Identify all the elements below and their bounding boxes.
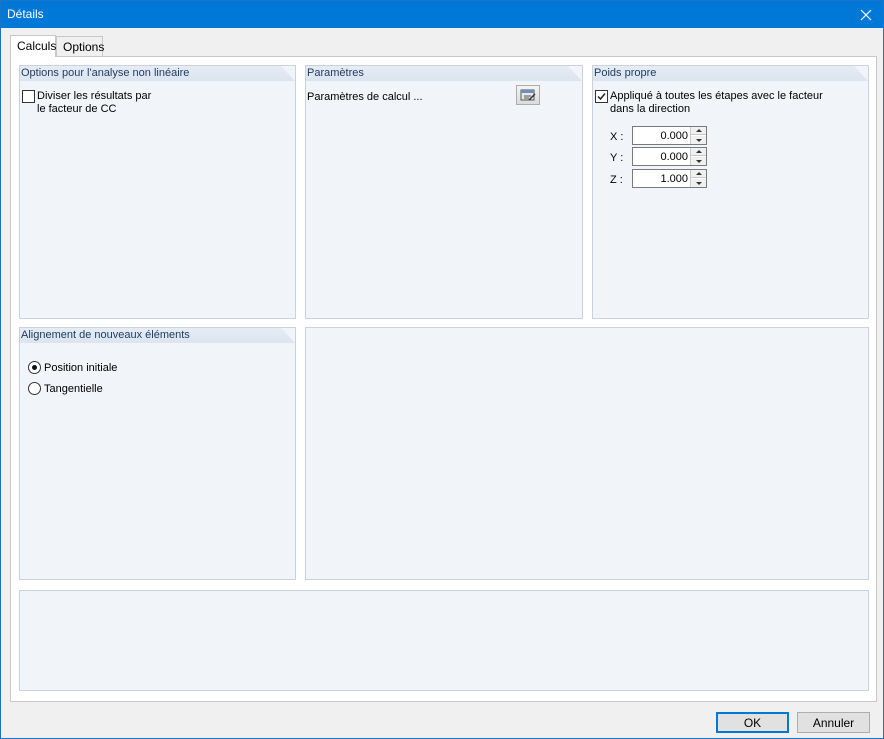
direction-x-down-button[interactable] — [691, 136, 706, 144]
tab-panel-calculs: Options pour l'analyse non linéaire Divi… — [10, 56, 877, 702]
arrow-down-icon — [695, 181, 702, 185]
details-dialog: Détails Calculs Options Options pour l'a… — [0, 0, 884, 739]
arrow-down-icon — [695, 159, 702, 163]
tangentielle-label: Tangentielle — [44, 383, 103, 395]
direction-x-stepper — [690, 127, 706, 144]
direction-y-up-button[interactable] — [691, 148, 706, 156]
apply-all-stages-checkbox[interactable] — [595, 90, 608, 103]
direction-z-label: Z : — [610, 174, 623, 186]
group-nonlinear-analysis: Options pour l'analyse non linéaire Divi… — [19, 65, 296, 319]
direction-z-stepper — [690, 170, 706, 187]
ok-button[interactable]: OK — [716, 712, 789, 733]
apply-all-stages-label-2: dans la direction — [610, 103, 691, 115]
divide-results-checkbox[interactable] — [22, 90, 35, 103]
divide-results-label-2: le facteur de CC — [37, 103, 117, 115]
arrow-up-icon — [695, 150, 702, 153]
direction-y-label: Y : — [610, 152, 624, 164]
title-bar: Détails — [1, 1, 883, 28]
direction-x-spinner[interactable]: 0.000 — [632, 126, 707, 145]
check-icon — [597, 93, 606, 101]
arrow-down-icon — [695, 138, 702, 142]
empty-group-panel — [305, 327, 869, 580]
direction-y-spinner[interactable]: 0.000 — [632, 147, 707, 166]
direction-x-label: X : — [610, 131, 624, 143]
close-button[interactable] — [849, 1, 883, 28]
direction-y-down-button[interactable] — [691, 157, 706, 165]
group-nonlinear-title: Options pour l'analyse non linéaire — [20, 66, 295, 81]
direction-z-up-button[interactable] — [691, 170, 706, 178]
info-panel — [19, 590, 869, 691]
direction-x-value: 0.000 — [660, 130, 688, 142]
arrow-up-icon — [695, 129, 702, 132]
edit-parameters-button[interactable] — [516, 85, 540, 105]
cancel-button-label: Annuler — [812, 715, 855, 730]
radio-tangentielle[interactable] — [28, 382, 41, 395]
close-icon — [860, 9, 872, 20]
ok-button-label: OK — [743, 715, 762, 730]
calc-parameters-label: Paramètres de calcul ... — [307, 91, 423, 103]
group-alignment-title: Alignement de nouveaux éléments — [20, 328, 295, 343]
group-parameters-title: Paramètres — [306, 66, 582, 81]
radio-position-initiale[interactable] — [28, 361, 41, 374]
direction-x-up-button[interactable] — [691, 127, 706, 135]
divide-results-label-1: Diviser les résultats par — [37, 90, 152, 102]
apply-all-stages-label-1: Appliqué à toutes les étapes avec le fac… — [610, 90, 823, 102]
group-self-weight-title: Poids propre — [593, 66, 868, 81]
group-element-alignment: Alignement de nouveaux éléments Position… — [19, 327, 296, 580]
arrow-up-icon — [695, 172, 702, 175]
position-initiale-label: Position initiale — [44, 362, 118, 374]
direction-z-spinner[interactable]: 1.000 — [632, 169, 707, 188]
tab-calculs-label: Calculs — [17, 39, 57, 53]
group-self-weight: Poids propre Appliqué à toutes les étape… — [592, 65, 869, 319]
group-parameters: Paramètres Paramètres de calcul ... — [305, 65, 583, 319]
tab-options-label: Options — [63, 40, 105, 54]
edit-parameters-icon — [520, 89, 536, 101]
direction-z-value: 1.000 — [660, 173, 688, 185]
tab-calculs[interactable]: Calculs — [10, 35, 56, 57]
direction-y-value: 0.000 — [660, 151, 688, 163]
cancel-button[interactable]: Annuler — [797, 712, 870, 733]
dialog-title: Détails — [7, 7, 44, 21]
direction-y-stepper — [690, 148, 706, 165]
direction-z-down-button[interactable] — [691, 179, 706, 187]
tab-options[interactable]: Options — [56, 36, 105, 57]
